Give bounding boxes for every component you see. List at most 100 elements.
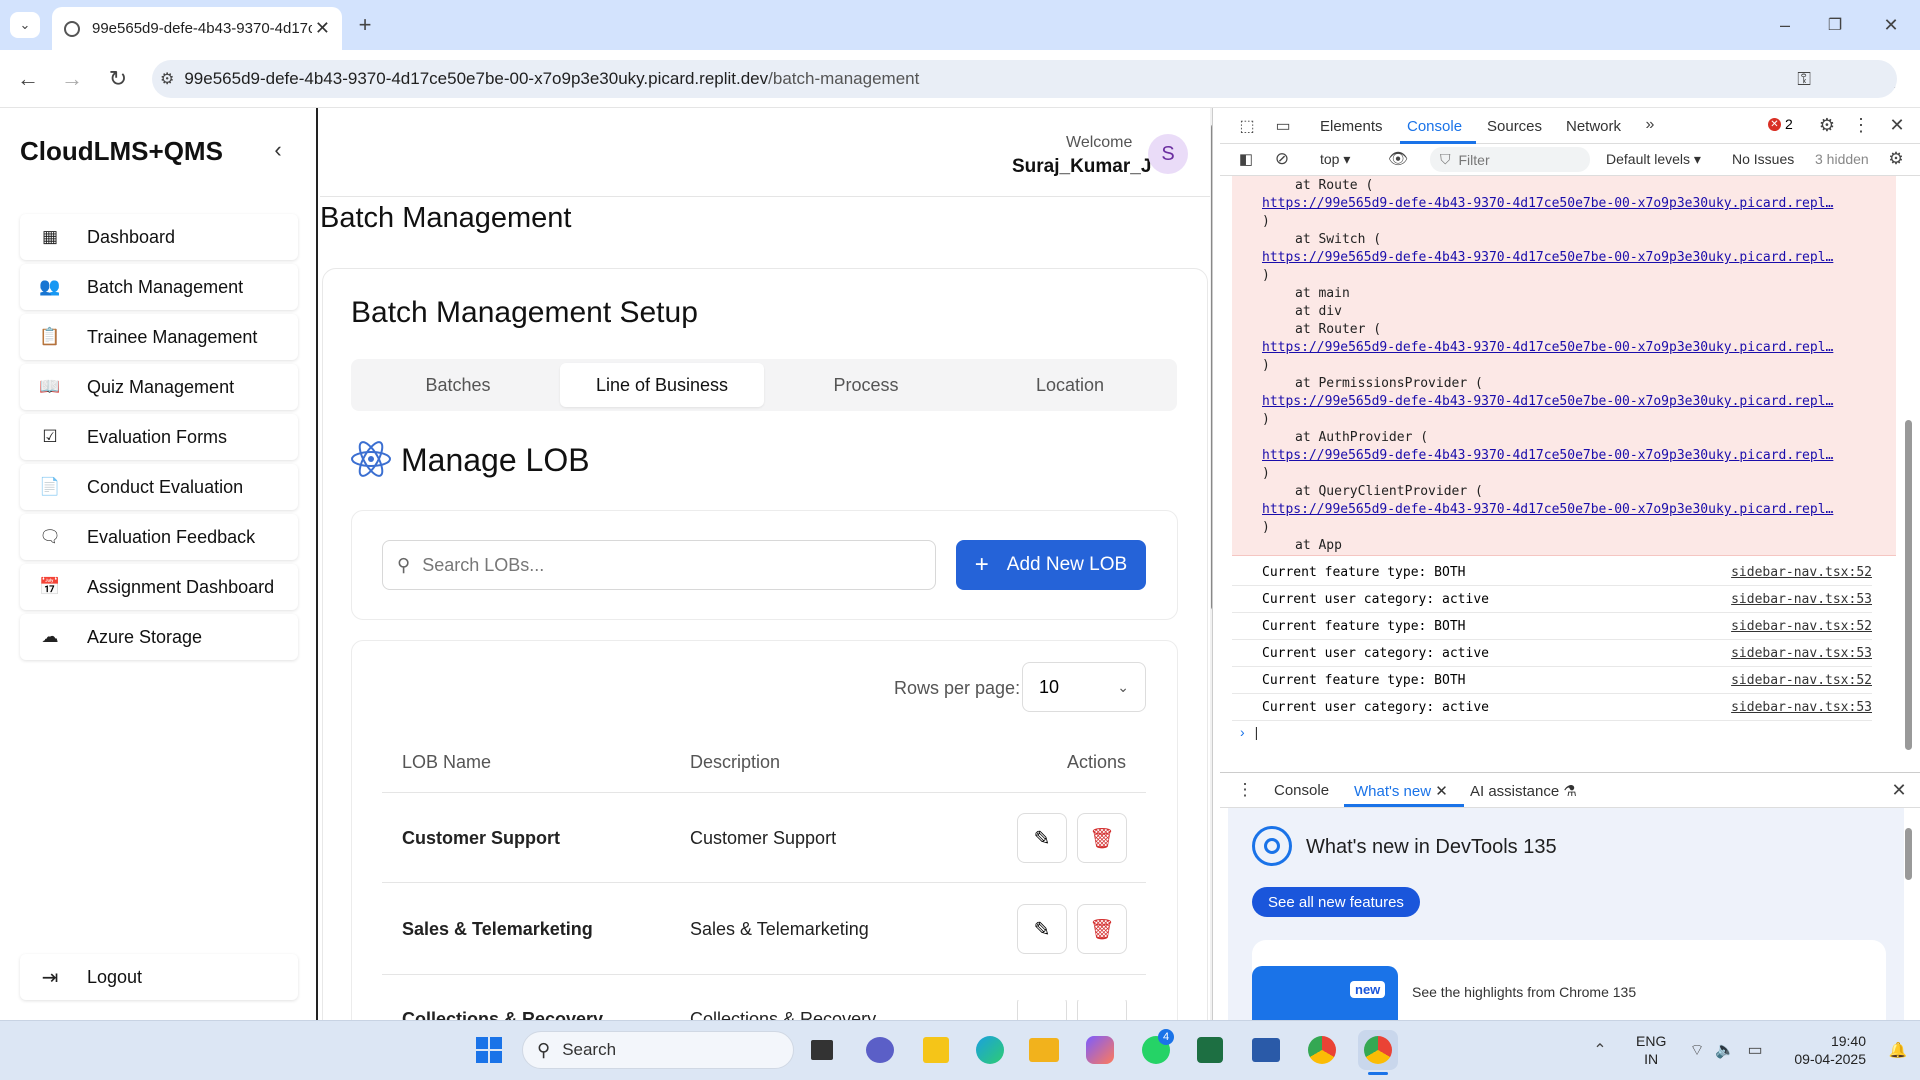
console-settings-icon[interactable]: ⚙ (1886, 149, 1906, 169)
sidebar-toggle-icon[interactable]: ◧ (1236, 149, 1256, 169)
excel-icon[interactable] (1190, 1030, 1230, 1070)
sidebar-item-trainee-management[interactable]: 📋 Trainee Management (20, 314, 298, 360)
chrome-profile-icon[interactable] (1302, 1030, 1342, 1070)
devtools-close-icon[interactable]: ✕ (1886, 114, 1908, 136)
edit-button[interactable]: ✎ (1017, 904, 1067, 954)
stack-frame-link[interactable]: https://99e565d9-defe-4b43-9370-4d17ce50… (1262, 394, 1833, 409)
windows-start-icon[interactable] (469, 1030, 509, 1070)
window-close-icon[interactable]: ✕ (1876, 12, 1906, 38)
wifi-icon[interactable]: ⌔ (1686, 1040, 1708, 1060)
stack-frame-link[interactable]: https://99e565d9-defe-4b43-9370-4d17ce50… (1262, 340, 1833, 355)
tab-search-chevron-icon[interactable]: ⌄ (10, 12, 40, 38)
edge-icon[interactable] (970, 1030, 1010, 1070)
tab-line-of-business[interactable]: Line of Business (560, 363, 764, 407)
notifications-icon[interactable]: 🔔 (1888, 1040, 1908, 1060)
minimize-icon[interactable]: – (1770, 12, 1800, 38)
log-source-link[interactable]: sidebar-nav.tsx:52 (1731, 565, 1872, 580)
logout-button[interactable]: ⇥ Logout (20, 954, 298, 1000)
taskbar-search[interactable]: ⚲ Search (522, 1031, 794, 1069)
clock[interactable]: 19:40 09-04-2025 (1786, 1032, 1866, 1068)
devtools-settings-icon[interactable]: ⚙ (1816, 114, 1838, 136)
sidebar-item-conduct-evaluation[interactable]: 📄 Conduct Evaluation (20, 464, 298, 510)
forward-icon[interactable]: → (58, 65, 86, 93)
devtools-tab-elements[interactable]: Elements (1320, 118, 1383, 135)
console-filter-input[interactable]: ⛉ Filter (1430, 147, 1590, 172)
log-message: Current feature type: BOTH (1262, 618, 1466, 634)
delete-button[interactable]: 🗑 (1077, 904, 1127, 954)
highlights-card[interactable]: new See the highlights from Chrome 135 (1252, 940, 1886, 1020)
tab-process[interactable]: Process (764, 363, 968, 407)
console-scrollbar-thumb[interactable] (1905, 420, 1912, 750)
log-levels-select[interactable]: Default levels ▾ (1606, 151, 1701, 168)
drawer-tab-ai-assistance[interactable]: AI assistance ⚗ (1470, 782, 1577, 800)
sidebar-item-assignment-dashboard[interactable]: 📅 Assignment Dashboard (20, 564, 298, 610)
copilot-icon[interactable] (1080, 1030, 1120, 1070)
more-tabs-icon[interactable]: » (1640, 114, 1660, 136)
tab-location[interactable]: Location (968, 363, 1172, 407)
language-indicator[interactable]: ENG IN (1636, 1032, 1666, 1068)
log-source-link[interactable]: sidebar-nav.tsx:53 (1731, 646, 1872, 661)
console-prompt[interactable]: › | (1240, 724, 1258, 740)
log-source-link[interactable]: sidebar-nav.tsx:52 (1731, 673, 1872, 688)
task-view-icon[interactable] (802, 1030, 842, 1070)
battery-icon[interactable]: ▭ (1744, 1040, 1766, 1060)
sidebar-item-dashboard[interactable]: ▦ Dashboard (20, 214, 298, 260)
log-source-link[interactable]: sidebar-nav.tsx:52 (1731, 619, 1872, 634)
delete-button[interactable]: 🗑 (1077, 813, 1127, 863)
chrome-active-icon[interactable] (1358, 1030, 1398, 1070)
close-tab-icon[interactable]: ✕ (1435, 783, 1448, 800)
stack-frame-link[interactable]: https://99e565d9-defe-4b43-9370-4d17ce50… (1262, 502, 1833, 517)
devtools-tab-sources[interactable]: Sources (1487, 118, 1542, 135)
site-info-icon[interactable]: ⚙ (160, 69, 174, 89)
sidebar-item-azure-storage[interactable]: ☁ Azure Storage (20, 614, 298, 660)
new-tab-icon[interactable]: + (352, 12, 378, 38)
context-select[interactable]: top ▾ (1320, 151, 1350, 168)
edit-button[interactable]: ✎ (1017, 813, 1067, 863)
address-bar[interactable]: ⚙ 99e565d9-defe-4b43-9370-4d17ce50e7be-0… (152, 60, 1897, 98)
delete-button[interactable] (1077, 1000, 1127, 1020)
drawer-scrollbar-thumb[interactable] (1905, 828, 1912, 880)
teams-chat-icon[interactable] (860, 1030, 900, 1070)
sticky-notes-icon[interactable] (916, 1030, 956, 1070)
see-all-features-button[interactable]: See all new features (1252, 887, 1420, 917)
sidebar-item-quiz-management[interactable]: 📖 Quiz Management (20, 364, 298, 410)
remote-desktop-icon[interactable] (1246, 1030, 1286, 1070)
stack-frame-link[interactable]: https://99e565d9-defe-4b43-9370-4d17ce50… (1262, 250, 1833, 265)
error-count-badge[interactable]: ✕ 2 (1768, 116, 1793, 132)
devtools-tab-network[interactable]: Network (1566, 118, 1621, 135)
password-key-icon[interactable]: ⚿ (1797, 69, 1811, 90)
back-icon[interactable]: ← (14, 65, 42, 93)
devtools-menu-icon[interactable]: ⋮ (1852, 114, 1870, 136)
add-new-lob-button[interactable]: + Add New LOB (956, 540, 1146, 590)
live-expression-eye-icon[interactable]: 👁 (1386, 149, 1410, 169)
sidebar-item-evaluation-feedback[interactable]: 🗨 Evaluation Feedback (20, 514, 298, 560)
collapse-sidebar-icon[interactable]: ‹ (262, 134, 294, 166)
file-explorer-icon[interactable] (1024, 1030, 1064, 1070)
rows-per-page-select[interactable]: 10 ⌄ (1022, 662, 1146, 712)
inspect-element-icon[interactable]: ⬚ (1236, 115, 1258, 137)
device-toolbar-icon[interactable]: ▭ (1272, 115, 1294, 137)
sidebar-item-batch-management[interactable]: 👥 Batch Management (20, 264, 298, 310)
edit-button[interactable] (1017, 1000, 1067, 1020)
volume-icon[interactable]: 🔈 (1714, 1040, 1736, 1060)
devtools-tab-console[interactable]: Console (1407, 118, 1462, 135)
drawer-close-icon[interactable]: ✕ (1888, 779, 1910, 801)
stack-frame-link[interactable]: https://99e565d9-defe-4b43-9370-4d17ce50… (1262, 196, 1833, 211)
issues-count[interactable]: No Issues (1732, 151, 1794, 167)
drawer-tab-console[interactable]: Console (1274, 782, 1329, 799)
user-avatar[interactable]: S (1148, 134, 1188, 174)
tab-batches[interactable]: Batches (356, 363, 560, 407)
search-lobs-input[interactable]: ⚲ Search LOBs... (382, 540, 936, 590)
drawer-tab-whats-new[interactable]: What's new ✕ (1354, 782, 1448, 800)
stack-frame-link[interactable]: https://99e565d9-defe-4b43-9370-4d17ce50… (1262, 448, 1833, 463)
clear-console-icon[interactable]: ⊘ (1272, 149, 1292, 169)
tab-close-icon[interactable]: ✕ (315, 18, 330, 39)
reload-icon[interactable]: ↻ (104, 65, 132, 93)
sidebar-item-evaluation-forms[interactable]: ☑ Evaluation Forms (20, 414, 298, 460)
log-source-link[interactable]: sidebar-nav.tsx:53 (1731, 592, 1872, 607)
browser-tab[interactable]: 99e565d9-defe-4b43-9370-4d17ce50e7be-00-… (52, 7, 342, 50)
log-source-link[interactable]: sidebar-nav.tsx:53 (1731, 700, 1872, 715)
restore-icon[interactable]: ❐ (1820, 12, 1850, 38)
drawer-menu-icon[interactable]: ⋮ (1237, 779, 1254, 801)
show-hidden-icons-icon[interactable]: ⌃ (1590, 1040, 1610, 1060)
